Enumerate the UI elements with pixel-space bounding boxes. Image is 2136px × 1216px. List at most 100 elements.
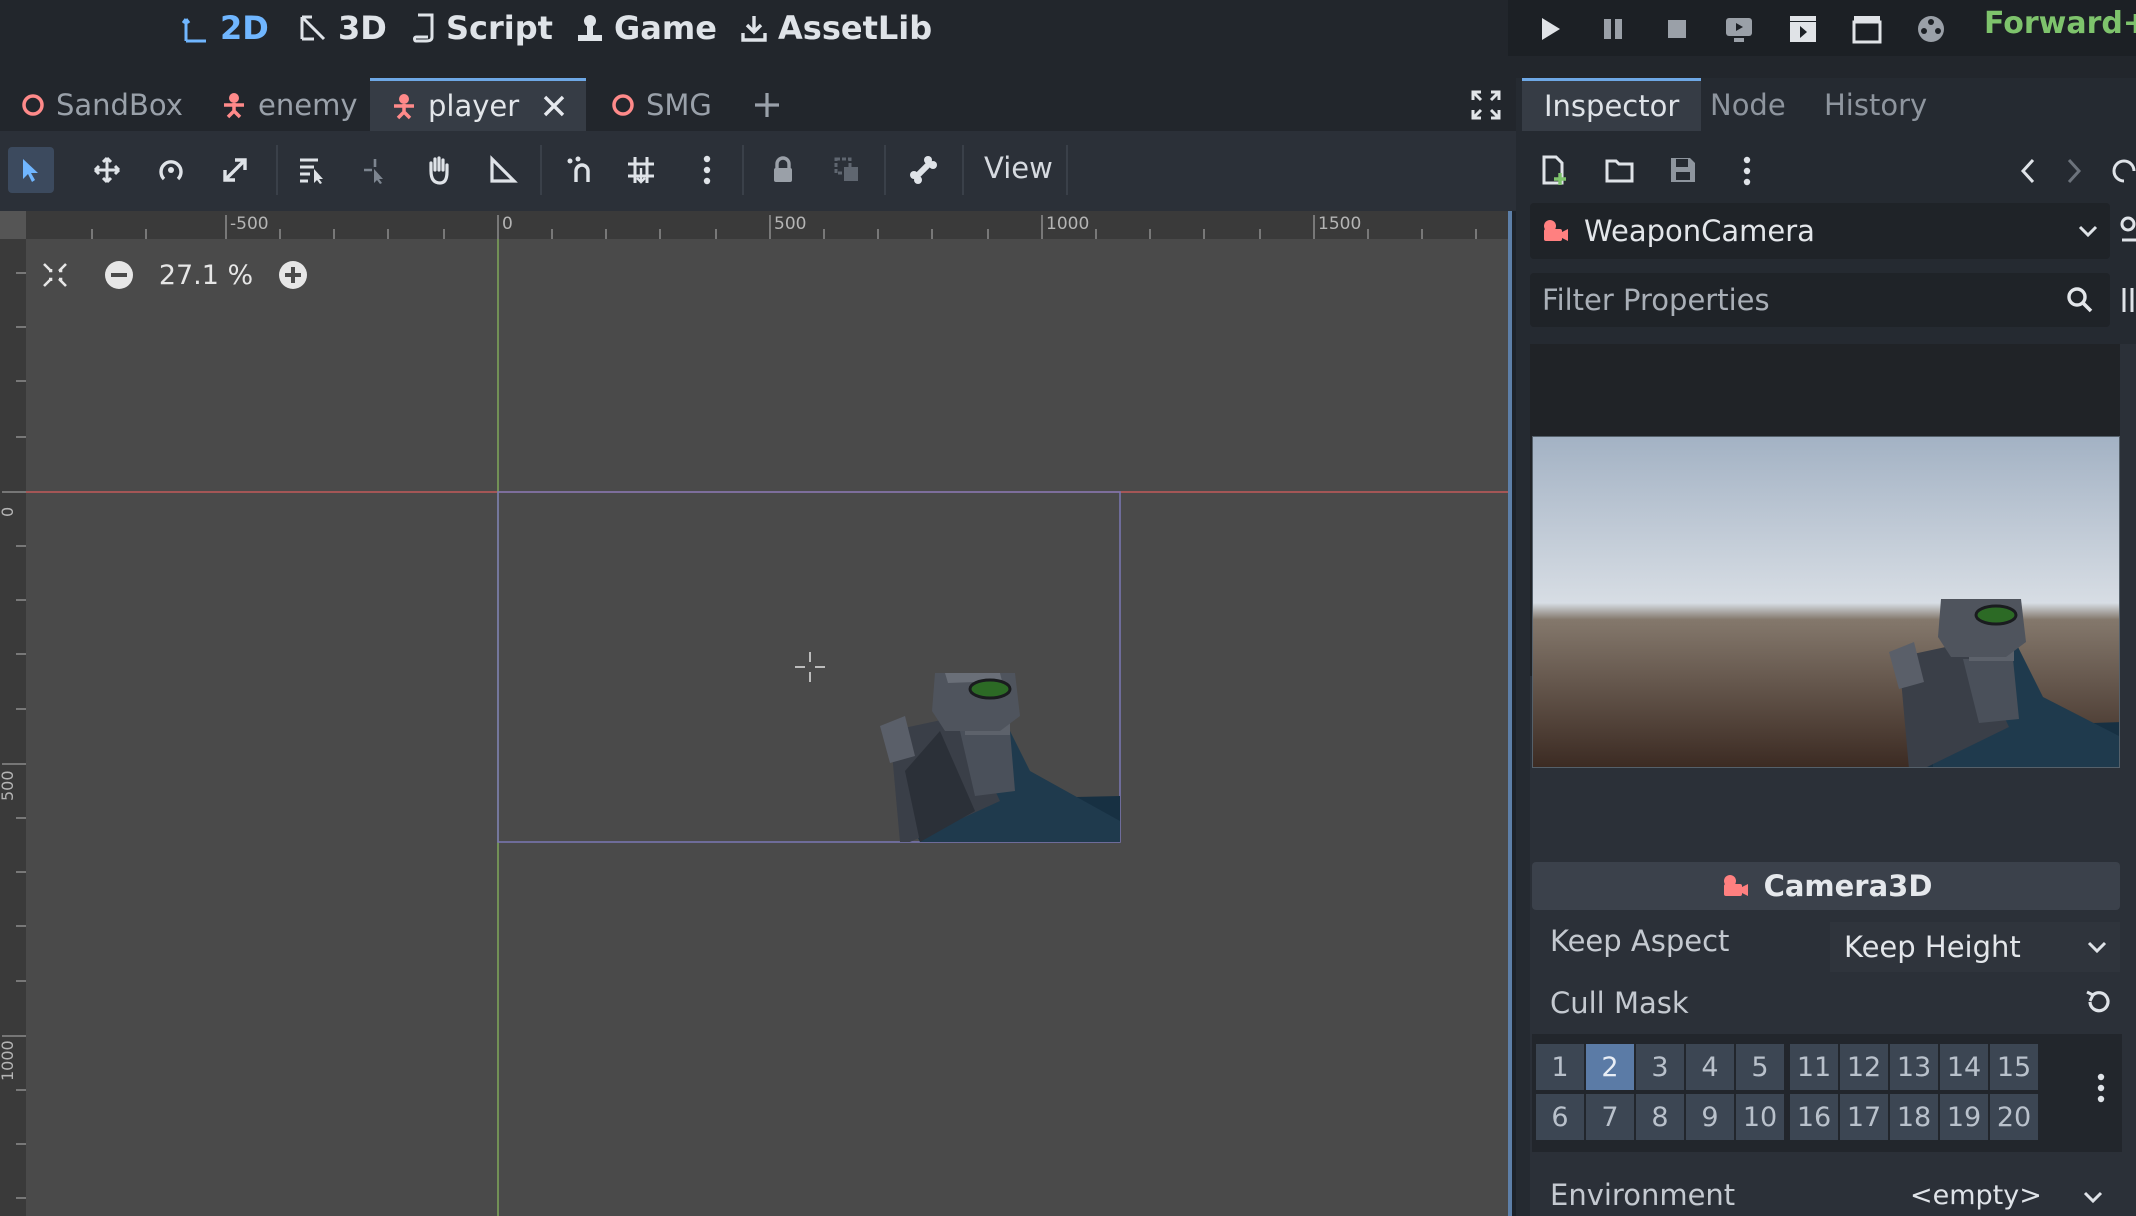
close-icon[interactable] [541,93,567,119]
pause-icon[interactable] [1596,12,1630,46]
workspace-script-button[interactable]: Script [412,0,553,56]
layer-cell[interactable]: 9 [1686,1094,1734,1140]
download-icon [741,16,767,42]
environment-value[interactable]: <empty> [1910,1180,2042,1211]
kebab-menu-icon[interactable] [2096,1072,2106,1104]
main-toolbar: 2D 3D Script Game AssetLib Forward+ [0,0,2136,78]
layer-cell[interactable]: 17 [1840,1094,1888,1140]
scene-tab-smg[interactable]: SMG [590,78,740,131]
pivot-tool-button[interactable] [352,147,398,193]
run-custom-scene-icon[interactable] [1850,12,1884,46]
ruler-label: 1000 [1046,214,1090,234]
smart-snap-button[interactable] [556,147,602,193]
canvas-toolbar: View [0,131,1516,211]
search-icon [2067,287,2093,313]
layer-cell[interactable]: 18 [1890,1094,1938,1140]
filter-properties-input[interactable]: Filter Properties [1530,273,2110,327]
workspace-label: Script [446,9,553,47]
view-menu-button[interactable]: View [984,151,1053,185]
revert-icon[interactable] [2084,988,2112,1016]
layer-cell[interactable]: 6 [1536,1094,1584,1140]
layer-cell[interactable]: 12 [1840,1044,1888,1090]
save-icon[interactable] [1668,155,1698,185]
scene-tab-sandbox[interactable]: SandBox [0,78,200,131]
layer-cell[interactable]: 2 [1586,1044,1634,1090]
open-folder-icon[interactable] [1604,155,1636,185]
layer-cell[interactable]: 3 [1636,1044,1684,1090]
zoom-value[interactable]: 27.1 % [150,260,262,291]
tab-node[interactable]: Node [1710,78,1786,131]
run-current-scene-icon[interactable] [1786,12,1820,46]
layer-cell[interactable]: 16 [1790,1094,1838,1140]
renderer-label[interactable]: Forward+ [1984,6,2136,41]
pan-tool-button[interactable] [416,147,462,193]
node-name: WeaponCamera [1584,214,1815,248]
keep-aspect-value: Keep Height [1844,930,2021,964]
layer-cell[interactable]: 11 [1790,1044,1838,1090]
distraction-free-icon[interactable] [1470,89,1502,121]
remote-debug-icon[interactable] [1722,12,1756,46]
layer-cell[interactable]: 20 [1990,1094,2038,1140]
layer-cell[interactable]: 15 [1990,1044,2038,1090]
new-resource-icon[interactable] [1540,155,1570,187]
cull-mask-label: Cull Mask [1550,986,1689,1020]
history-icon[interactable] [2112,157,2136,185]
stop-icon[interactable] [1660,12,1694,46]
node3d-circle-icon [22,93,44,116]
toolbar-separator [540,145,542,195]
scene-tab-enemy[interactable]: enemy [200,78,370,131]
move-tool-button[interactable] [84,147,130,193]
scale-icon [223,158,247,182]
workspace-game-button[interactable]: Game [576,0,717,56]
layer-cell[interactable]: 13 [1890,1044,1938,1090]
node-selector[interactable]: WeaponCamera [1530,203,2110,259]
scale-tool-button[interactable] [212,147,258,193]
select-tool-button[interactable] [8,147,54,193]
group-button[interactable] [824,147,870,193]
movie-maker-icon[interactable] [1914,12,1948,46]
chevron-down-icon[interactable] [2082,1186,2104,1208]
back-arrow-icon[interactable] [2018,157,2038,185]
grid-snap-button[interactable] [618,147,664,193]
play-icon[interactable] [1532,12,1566,46]
object-properties-icon[interactable] [2116,216,2136,246]
horizontal-ruler[interactable]: -500 0 500 1000 1500 [26,211,1512,239]
layer-cell[interactable]: 1 [1536,1044,1584,1090]
layer-cell[interactable]: 10 [1736,1094,1784,1140]
scene-tab-player[interactable]: player [370,78,586,131]
kebab-menu-icon[interactable] [1742,155,1752,187]
toolbar-separator [742,145,744,195]
center-view-icon[interactable] [40,260,70,290]
layer-cell[interactable]: 8 [1636,1094,1684,1140]
tab-history[interactable]: History [1824,78,1927,131]
skeleton-button[interactable] [900,147,946,193]
workspace-3d-button[interactable]: 3D [298,0,387,56]
ruler-icon [490,155,518,183]
forward-arrow-icon[interactable] [2064,157,2084,185]
tab-inspector[interactable]: Inspector [1522,78,1702,131]
layer-cell[interactable]: 5 [1736,1044,1784,1090]
workspace-2d-button[interactable]: 2D [182,0,269,56]
camera3d-section-header[interactable]: Camera3D [1532,862,2120,910]
lock-button[interactable] [760,147,806,193]
list-select-button[interactable] [288,147,334,193]
vertical-ruler[interactable]: 0 500 1000 [0,239,26,1216]
zoom-out-icon[interactable] [102,258,136,292]
script-icon [413,13,434,43]
scene-tabs: SandBox enemy player SMG [0,78,1516,131]
snap-options-button[interactable] [684,147,730,193]
weapon-sprite[interactable] [880,673,1120,842]
layer-cell[interactable]: 7 [1586,1094,1634,1140]
rotate-tool-button[interactable] [148,147,194,193]
zoom-in-icon[interactable] [276,258,310,292]
canvas-viewport[interactable]: -500 0 500 1000 1500 0 500 1000 27.1 % [0,211,1512,1216]
hand-icon [429,156,449,185]
workspace-assetlib-button[interactable]: AssetLib [740,0,932,56]
sort-icon[interactable] [2120,284,2136,316]
layer-cell[interactable]: 4 [1686,1044,1734,1090]
layer-cell[interactable]: 14 [1940,1044,1988,1090]
ruler-tool-button[interactable] [480,147,526,193]
layer-cell[interactable]: 19 [1940,1094,1988,1140]
keep-aspect-dropdown[interactable]: Keep Height [1830,922,2120,972]
add-tab-icon[interactable] [752,90,782,120]
